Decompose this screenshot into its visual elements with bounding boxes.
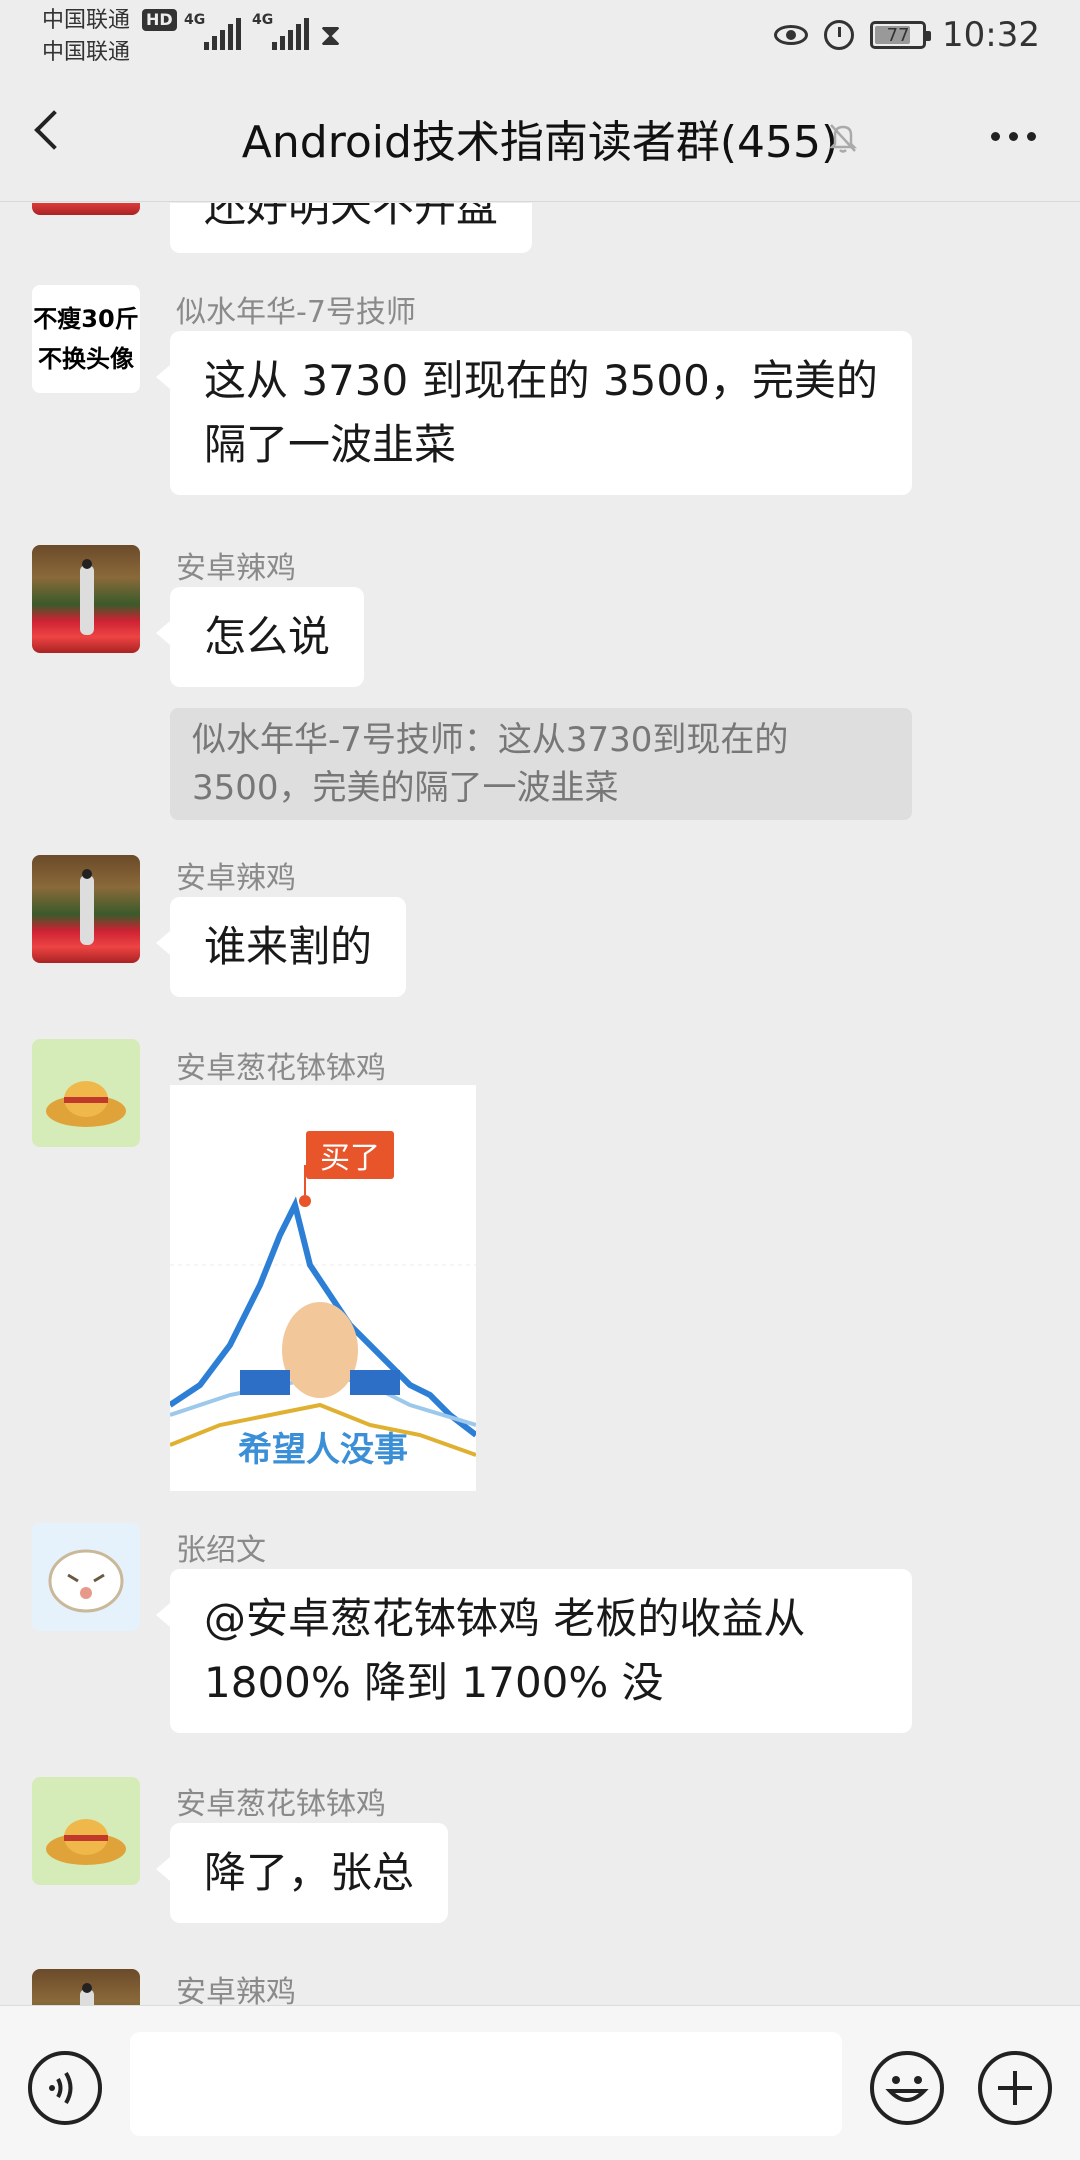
status-time: 10:32	[942, 15, 1040, 55]
avatar[interactable]	[32, 855, 140, 963]
sender-name: 安卓葱花钵钵鸡	[176, 1051, 386, 1086]
message-bubble[interactable]: 降了，张总	[155, 1823, 449, 1923]
chat-title: Android技术指南读者群(455)	[241, 117, 839, 168]
straw-hat-icon	[46, 1081, 126, 1127]
sender-name: 安卓辣鸡	[176, 1975, 296, 2005]
sticker-image[interactable]: 买了 希望人没事	[170, 1085, 476, 1491]
avatar[interactable]	[32, 545, 140, 653]
message-text: @安卓葱花钵钵鸡 老板的收益从	[204, 1594, 806, 1643]
message-bubble[interactable]: 这从 3730 到现在的 3500，完美的 隔了一波韭菜	[156, 331, 912, 495]
hd-badge: HD	[142, 9, 177, 31]
message-text: 谁来割的	[204, 922, 373, 971]
voice-icon[interactable]	[28, 2051, 102, 2125]
plus-icon[interactable]	[978, 2051, 1052, 2125]
sender-name: 张绍文	[176, 1533, 266, 1568]
bell-off-icon	[828, 124, 858, 153]
sticker-caption: 希望人没事	[238, 1430, 408, 1470]
message-text: 这从 3730 到现在的 3500，完美的	[204, 356, 878, 405]
message-text: 怎么说	[204, 612, 331, 661]
status-bar: 中国联通 HD 中国联通 4G 4G ⧗ 77 10:32	[0, 0, 1080, 70]
message-bubble[interactable]: 还好明天不开盘	[170, 203, 533, 253]
message-bubble[interactable]: 谁来割的	[155, 897, 407, 997]
sender-name: 安卓辣鸡	[176, 551, 296, 586]
avatar[interactable]	[32, 1777, 140, 1885]
message-text: 还好明天不开盘	[204, 203, 499, 231]
message-text: 隔了一波韭菜	[204, 420, 457, 469]
alarm-icon	[824, 20, 855, 50]
avatar[interactable]	[32, 1039, 140, 1147]
chat-messages[interactable]: 还好明天不开盘 不瘦30斤 不换头像 似水年华-7号技师 这从 3730 到现在…	[0, 203, 1080, 2005]
quoted-message[interactable]: 似水年华-7号技师：这从3730到现在的 3500，完美的隔了一波韭菜	[170, 708, 912, 820]
avatar[interactable]: 不瘦30斤 不换头像	[32, 285, 140, 393]
sticker-tag: 买了	[306, 1131, 394, 1179]
avatar[interactable]	[32, 1969, 140, 2005]
message-composer	[0, 2005, 1080, 2160]
straw-hat-icon	[46, 1819, 126, 1865]
avatar[interactable]	[32, 203, 140, 215]
signal-1-icon: 4G	[184, 12, 241, 50]
cat-avatar-icon	[48, 1549, 124, 1613]
sender-name: 安卓葱花钵钵鸡	[176, 1787, 386, 1822]
carrier-1: 中国联通	[42, 8, 131, 33]
hourglass-icon: ⧗	[320, 18, 342, 53]
more-icon[interactable]	[991, 132, 1036, 141]
message-bubble[interactable]: 怎么说	[155, 587, 365, 687]
emoji-icon[interactable]	[870, 2051, 944, 2125]
signal-2-icon: 4G	[252, 12, 309, 50]
eye-icon	[774, 25, 809, 45]
carrier-2: 中国联通	[42, 40, 131, 65]
sender-name: 似水年华-7号技师	[176, 295, 416, 330]
message-bubble[interactable]: @安卓葱花钵钵鸡 老板的收益从 1800% 降到 1700% 没	[156, 1569, 912, 1733]
battery-icon: 77	[870, 21, 932, 49]
message-text: 降了，张总	[204, 1848, 415, 1897]
avatar[interactable]	[32, 1523, 140, 1631]
message-text: 1800% 降到 1700% 没	[204, 1658, 664, 1707]
sender-name: 安卓辣鸡	[176, 861, 296, 896]
chat-header: Android技术指南读者群(455)	[0, 70, 1080, 202]
message-input[interactable]	[130, 2032, 842, 2136]
